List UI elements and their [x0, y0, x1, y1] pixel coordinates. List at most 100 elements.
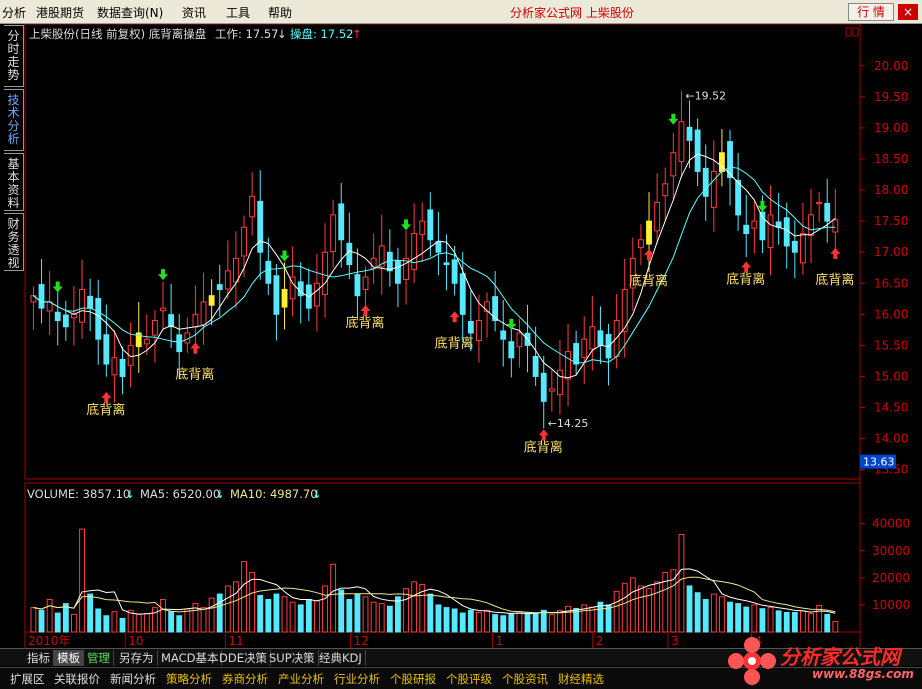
volume-bar — [492, 614, 499, 633]
buy-arrow-icon — [538, 429, 549, 441]
tab-expand[interactable]: 扩展区 — [10, 670, 45, 688]
volume-bar — [476, 612, 482, 633]
candle-body — [103, 334, 110, 365]
tab-dde[interactable]: DDE决策 — [216, 650, 271, 666]
volume-bar — [411, 581, 418, 633]
candle-body — [565, 351, 571, 380]
candle-body — [516, 332, 523, 348]
candle-body — [678, 121, 685, 163]
price-tick-label: 19.00 — [874, 121, 908, 135]
volume-bar — [605, 604, 612, 633]
volume-bar — [338, 589, 345, 633]
menu-news[interactable]: 资讯 — [182, 4, 206, 21]
volume-bar — [451, 608, 458, 633]
tab-manage[interactable]: 管理 — [84, 650, 114, 666]
site-logo: 分析家公式网 www.88gs.com — [722, 633, 922, 689]
candle-body — [224, 270, 231, 290]
candle-body — [265, 260, 272, 284]
close-icon[interactable]: × — [898, 4, 918, 20]
tab-news-analysis[interactable]: 新闻分析 — [110, 670, 156, 688]
candle-body — [451, 259, 458, 284]
tab-save-as[interactable]: 另存为 — [116, 650, 158, 666]
candle-body — [419, 220, 426, 235]
sell-arrow-icon — [401, 219, 412, 231]
candle-body — [800, 233, 806, 264]
logo-url: www.88gs.com — [812, 667, 914, 681]
volume-bar — [30, 607, 37, 633]
volume-bar — [613, 590, 620, 633]
chart-area[interactable]: 20.00 19.50 19.00 18.50 18.00 17.50 17.00 16.50… — [0, 24, 922, 648]
menu-help[interactable]: 帮助 — [268, 4, 292, 21]
tab-stock-rating[interactable]: 个股评级 — [446, 670, 492, 688]
volume-bar — [540, 609, 547, 633]
tab-stock-report[interactable]: 个股研报 — [390, 670, 436, 688]
volume-bar — [184, 608, 191, 633]
volume-bar — [176, 615, 183, 633]
volume-bar — [403, 588, 409, 633]
volume-bar — [152, 607, 158, 633]
candle-body — [338, 203, 345, 241]
volume-bar — [557, 609, 563, 633]
divergence-label: 底背离 — [435, 335, 474, 351]
menu-data-query[interactable]: 数据查询(N) — [97, 4, 163, 21]
work-label: 工作: 17.57 — [215, 27, 278, 41]
tab-strategy[interactable]: 策略分析 — [166, 670, 212, 688]
tab-kdj[interactable]: 经典KDJ — [316, 650, 366, 666]
menu-analysis[interactable]: 分析 — [2, 4, 26, 21]
volume-tick-label: 10000 — [872, 598, 910, 612]
ma10-label: MA10: 4987.70 — [230, 487, 318, 501]
volume-bar — [265, 599, 272, 633]
tab-broker[interactable]: 券商分析 — [222, 670, 268, 688]
menu-tools[interactable]: 工具 — [226, 4, 250, 21]
candle-body — [79, 288, 85, 323]
tab-technical[interactable]: 技术分析 — [4, 89, 24, 151]
volume-bar — [257, 594, 264, 633]
tab-finance-select[interactable]: 财经精选 — [558, 670, 604, 688]
divergence-label: 底背离 — [346, 315, 385, 331]
tab-financial[interactable]: 财务透视 — [4, 213, 24, 271]
tab-sector[interactable]: 行业分析 — [334, 670, 380, 688]
volume-bar — [565, 605, 571, 633]
chart-title: 上柴股份(日线 前复权) 底背离操盘 — [29, 27, 206, 41]
volume-bar — [443, 607, 450, 633]
tab-industry[interactable]: 产业分析 — [278, 670, 324, 688]
volume-bar — [759, 608, 766, 633]
trade-arrow: ↑ — [352, 27, 362, 41]
candle-body — [710, 170, 717, 208]
ma5-arrow: ↓ — [215, 487, 225, 501]
tab-fundamental[interactable]: 基本资料 — [4, 153, 24, 211]
sell-arrow-icon — [668, 113, 679, 125]
volume-bar — [589, 606, 596, 633]
candle-body — [354, 274, 361, 297]
candle-body — [532, 355, 539, 377]
tab-stock-info[interactable]: 个股资讯 — [502, 670, 548, 688]
volume-bar — [249, 571, 256, 633]
volume-tick-label: 40000 — [872, 517, 910, 531]
tab-intraday[interactable]: 分时走势 — [4, 25, 24, 87]
quote-button[interactable]: 行 情 — [848, 3, 894, 21]
scroll-box-icon — [845, 27, 852, 37]
price-tick-label: 15.50 — [874, 338, 908, 352]
candle-body — [743, 224, 750, 235]
volume-bar — [224, 585, 231, 633]
candle-body — [638, 239, 644, 249]
candle-body — [467, 320, 474, 334]
menu-bar: 分析 港股期货 数据查询(N) 资讯 工具 帮助 分析家公式网 上柴股份 行 情… — [0, 0, 922, 24]
tab-template[interactable]: 模板 — [54, 650, 84, 666]
scroll-box-icon — [852, 27, 859, 37]
price-tick-label: 15.00 — [874, 369, 908, 383]
logo-text: 分析家公式网 — [780, 645, 900, 669]
tab-sup[interactable]: SUP决策 — [266, 650, 319, 666]
candle-body — [160, 307, 166, 312]
tab-indicator[interactable]: 指标 — [24, 650, 54, 666]
candle-body — [662, 183, 669, 197]
volume-bar — [362, 596, 369, 633]
sell-arrow-icon — [52, 281, 63, 293]
price-panel-frame — [24, 24, 861, 480]
volume-bar — [532, 613, 539, 633]
volume-tick-label: 20000 — [872, 571, 910, 585]
menu-hk-futures[interactable]: 港股期货 — [36, 4, 84, 21]
volume-bar — [160, 599, 166, 633]
tab-related[interactable]: 关联报价 — [54, 670, 100, 688]
tab-macd[interactable]: MACD基本 — [158, 650, 223, 666]
